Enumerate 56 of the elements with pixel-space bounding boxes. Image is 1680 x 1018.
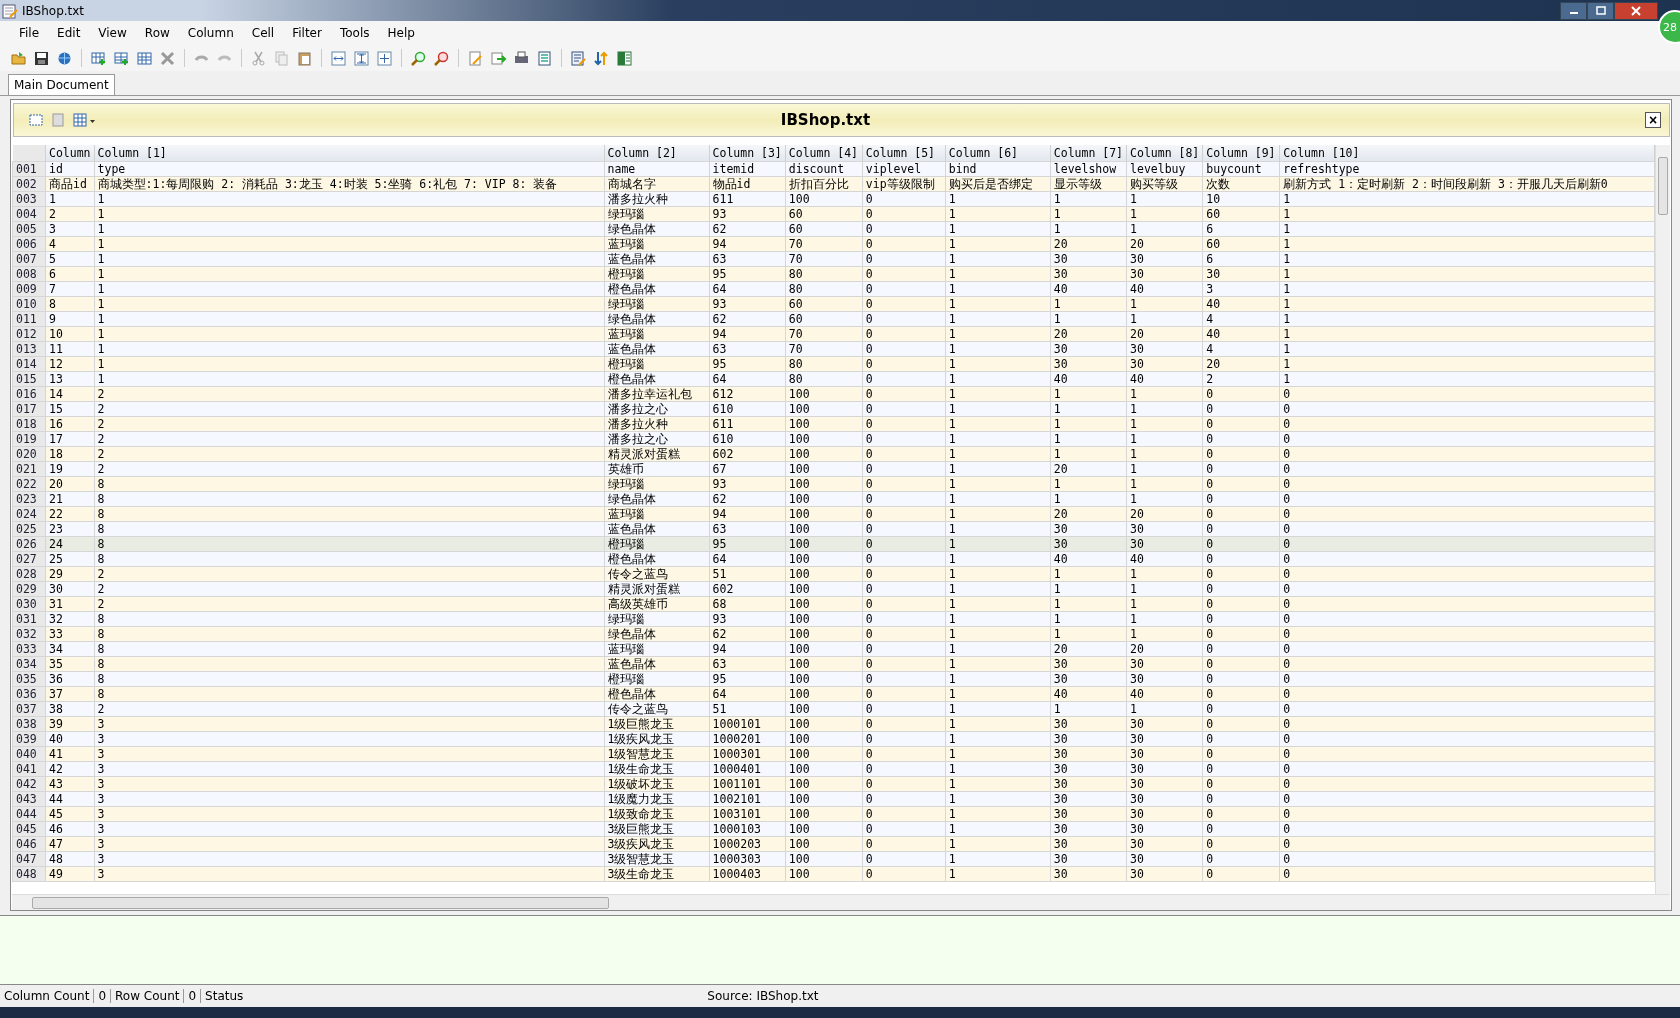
- grid-dropdown-button[interactable]: [70, 111, 98, 129]
- table-cell: id: [45, 161, 95, 177]
- table-cell: bind: [945, 161, 1051, 177]
- notepad-icon: [2, 2, 18, 19]
- column-header[interactable]: Column: [45, 145, 95, 162]
- column-header[interactable]: Column [4]: [785, 145, 863, 162]
- spreadsheet-icon[interactable]: [614, 48, 635, 68]
- column-header[interactable]: Column [6]: [945, 145, 1051, 162]
- table-cell: itemid: [709, 161, 786, 177]
- vertical-scrollbar[interactable]: [1655, 145, 1670, 894]
- menu-item[interactable]: Filter: [283, 24, 331, 42]
- window-title: IBShop.txt: [22, 3, 85, 18]
- column-header[interactable]: Column [1]: [94, 145, 605, 162]
- menu-item[interactable]: Row: [135, 24, 179, 42]
- column-header[interactable]: Column [8]: [1126, 145, 1203, 162]
- menu-item[interactable]: Column: [178, 24, 243, 42]
- status-label: Status: [204, 989, 245, 1003]
- table-cell: discount: [785, 161, 863, 177]
- table-cell: levelshow: [1050, 161, 1127, 177]
- menu-item[interactable]: File: [10, 24, 49, 42]
- table-cell: viplevel: [862, 161, 946, 177]
- menu-item[interactable]: Edit: [48, 24, 90, 42]
- table-cell: name: [604, 161, 710, 177]
- edit-list-icon[interactable]: [568, 48, 589, 68]
- close-button[interactable]: [1614, 1, 1658, 20]
- status-label: Row Count: [114, 989, 181, 1003]
- menu-item[interactable]: Tools: [330, 24, 379, 42]
- tab[interactable]: Main Document: [8, 74, 115, 95]
- fit-height-icon[interactable]: [351, 48, 372, 68]
- column-header[interactable]: Column [10]: [1279, 145, 1655, 162]
- close-button[interactable]: ×: [1645, 112, 1661, 128]
- table-cell: type: [94, 161, 605, 177]
- maximize-icon: [1595, 6, 1606, 15]
- minimize-button[interactable]: [1560, 1, 1587, 20]
- close-icon: [1631, 5, 1641, 16]
- column-header[interactable]: Column [9]: [1202, 145, 1280, 162]
- document-title: IBShop.txt: [779, 111, 872, 129]
- row-number: 001: [12, 161, 46, 177]
- fit-icon[interactable]: [374, 48, 395, 68]
- status-source: Source: IBShop.txt: [707, 989, 819, 1003]
- table-cell: levelbuy: [1126, 161, 1203, 177]
- maximize-button[interactable]: [1587, 1, 1614, 20]
- table-cell: buycount: [1202, 161, 1280, 177]
- column-header[interactable]: Column [2]: [604, 145, 710, 162]
- fit-width-icon[interactable]: [328, 48, 349, 68]
- menu-item[interactable]: Help: [378, 24, 424, 42]
- horizontal-scrollbar[interactable]: [12, 894, 1670, 910]
- status-label: Column Count: [3, 989, 91, 1003]
- column-header[interactable]: Column [5]: [862, 145, 946, 162]
- menu-item[interactable]: Cell: [242, 24, 284, 42]
- status-value: 0: [183, 989, 202, 1003]
- column-header[interactable]: Column [7]: [1050, 145, 1127, 162]
- column-header[interactable]: Column [3]: [709, 145, 786, 162]
- table-cell: refreshtype: [1279, 161, 1655, 177]
- menu-item[interactable]: View: [89, 24, 136, 42]
- status-value: 0: [93, 989, 112, 1003]
